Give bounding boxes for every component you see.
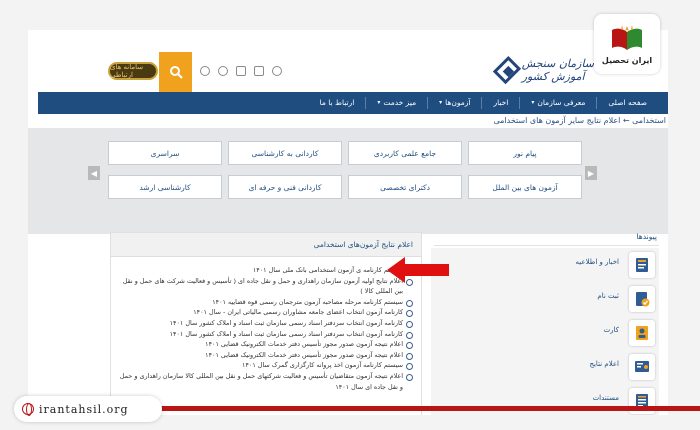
panel-title: اعلام نتایج آزمون‌های استخدامی — [111, 233, 421, 257]
list-item[interactable]: سیستم کارنامه ی آزمون استخدامی بانک ملی … — [117, 265, 413, 276]
news-icon — [629, 252, 655, 278]
open-book-logo-icon — [612, 24, 642, 50]
chevron-down-icon: ▾ — [531, 99, 535, 106]
register-icon — [629, 286, 655, 312]
results-icon — [629, 354, 655, 380]
sidebar-links: اخبار و اطلاعیه ثبت نام کارت اعلام نتایج… — [431, 248, 659, 415]
nav-home[interactable]: صفحه اصلی — [596, 97, 658, 109]
sidebar-item-card[interactable]: کارت — [431, 316, 659, 350]
list-item[interactable]: اعلام نتایج اولیه آزمون سازمان راهداری و… — [117, 276, 413, 297]
list-item[interactable]: کارنامه آزمون انتخاب اعضای جامعه مشاوران… — [117, 307, 413, 318]
watermark-url: irantahsil.org — [39, 402, 129, 416]
nav-news[interactable]: اخبار — [481, 97, 519, 109]
sidebar-item-results[interactable]: اعلام نتایج — [431, 350, 659, 384]
nav-about[interactable]: معرفی سازمان ▾ — [519, 97, 596, 109]
url-pill: irantahsil.org — [14, 396, 162, 422]
sanjesh-logo-icon — [492, 55, 521, 85]
brand-name: ایران تحصیل — [601, 55, 653, 65]
exam-button-sarasari[interactable]: سراسری — [108, 141, 222, 165]
exam-button-elmi-karbordi[interactable]: جامع علمی کاربردی — [348, 141, 462, 165]
sidebar-item-register[interactable]: ثبت نام — [431, 282, 659, 316]
bottom-red-bar — [140, 406, 700, 411]
results-panel: اعلام نتایج آزمون‌های استخدامی سیستم کار… — [110, 232, 422, 415]
header-icons — [200, 66, 282, 76]
exam-button-international[interactable]: آزمون های بین الملل — [468, 175, 582, 199]
next-arrow-button[interactable]: ▶ — [585, 166, 597, 180]
list-item[interactable]: اعلام نتیجه آزمون صدور مجوز تأسیس دفتر خ… — [117, 350, 413, 361]
chevron-down-icon: ▾ — [377, 99, 381, 106]
card-icon — [629, 320, 655, 346]
search-icon — [169, 66, 183, 79]
list-item[interactable]: سیستم کارنامه آزمون اخذ پروانه کارگزاری … — [117, 360, 413, 371]
search-button[interactable] — [159, 52, 192, 92]
list-item[interactable]: اعلام نتیجه آزمون متقاضیان تأسیس و فعالی… — [117, 371, 413, 392]
list-item[interactable]: سیستم کارنامه مرحله مصاحبه آزمون مترجمان… — [117, 297, 413, 308]
list-item[interactable]: کارنامه آزمون انتخاب سردفتر اسناد رسمی س… — [117, 329, 413, 340]
brand-watermark: ایران تحصیل — [594, 14, 660, 74]
exam-button-masters[interactable]: کارشناسی ارشد — [108, 175, 222, 199]
nav-services[interactable]: میز خدمت ▾ — [365, 97, 427, 109]
red-pointer-arrow-icon — [387, 257, 449, 283]
nav-exams[interactable]: آزمون‌ها ▾ — [427, 97, 481, 109]
exam-button-payam-noor[interactable]: پیام نور — [468, 141, 582, 165]
exam-button-fanni-herfei[interactable]: کاردانی فنی و حرفه ای — [228, 175, 342, 199]
site-header: سازمان سنجش آموزش کشور سامانه های ارتباط… — [28, 30, 668, 92]
grid-icon[interactable] — [236, 66, 246, 76]
main-nav: صفحه اصلی معرفی سازمان ▾ اخبار آزمون‌ها ▾ … — [38, 92, 668, 114]
prev-arrow-button[interactable]: ◀ — [88, 166, 100, 180]
home-icon[interactable] — [254, 66, 264, 76]
exam-button-phd[interactable]: دکترای تخصصی — [348, 175, 462, 199]
gold-services-button[interactable]: سامانه های ارتباطی — [108, 62, 158, 80]
breadcrumb[interactable]: استخدامی ← اعلام نتایج سایر آزمون های اس… — [28, 115, 668, 127]
sidebar-item-news[interactable]: اخبار و اطلاعیه — [431, 248, 659, 282]
globe-icon[interactable] — [200, 66, 210, 76]
globe-icon — [22, 403, 34, 416]
page-frame: سازمان سنجش آموزش کشور سامانه های ارتباط… — [28, 30, 668, 415]
results-list: سیستم کارنامه ی آزمون استخدامی بانک ملی … — [111, 257, 421, 392]
share-icon[interactable] — [218, 66, 228, 76]
nav-contact[interactable]: ارتباط با ما — [309, 97, 366, 109]
rss-icon[interactable] — [272, 66, 282, 76]
list-item[interactable]: اعلام نتیجه آزمون صدور مجوز تأسیس دفتر خ… — [117, 339, 413, 350]
chevron-down-icon: ▾ — [439, 99, 443, 106]
sidebar-title: پیوندها — [434, 230, 659, 246]
list-item[interactable]: کارنامه آزمون انتخاب سردفتر اسناد رسمی س… — [117, 318, 413, 329]
exam-button-kardani-be-karshenasi[interactable]: کاردانی به کارشناسی — [228, 141, 342, 165]
